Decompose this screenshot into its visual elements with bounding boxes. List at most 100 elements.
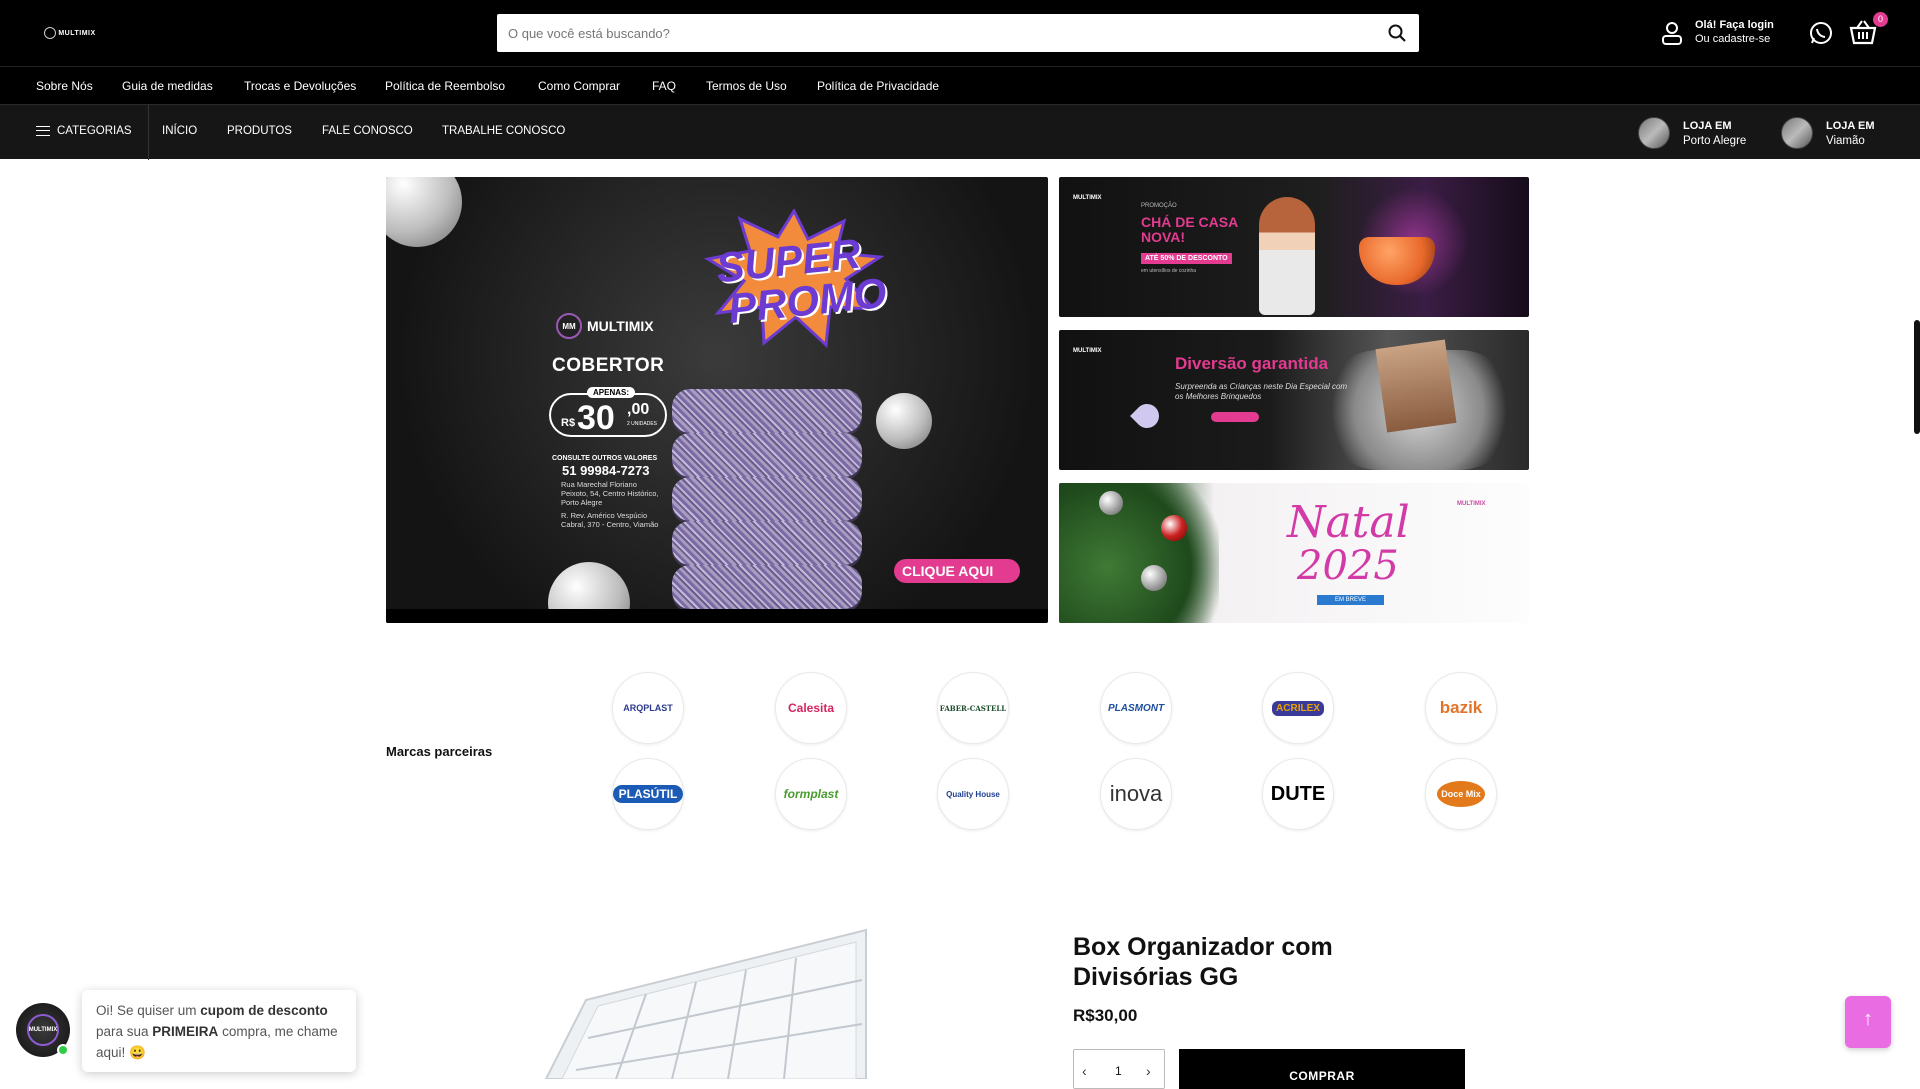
search-icon[interactable] [1387, 23, 1407, 43]
store-thumbnail [1781, 117, 1813, 149]
hero-address-2: R. Rev. Américo Vespúcio Cabral, 370 - C… [561, 511, 659, 529]
chat-logo: MULTIMIX [27, 1014, 59, 1046]
arrow-up-icon: ↑ [1863, 1008, 1873, 1030]
brand-name: inova [1109, 781, 1163, 806]
price-cents: ,00 [627, 401, 650, 418]
brand-logo-plasutil[interactable]: PLASÚTIL [612, 758, 684, 830]
banner3-title: Natal [1287, 497, 1410, 548]
info-link-reembolso[interactable]: Política de Reembolso [385, 79, 505, 93]
quantity-decrease-icon[interactable]: ‹ [1082, 1063, 1087, 1079]
decor-ball [386, 177, 462, 247]
store-city: Viamão [1826, 135, 1865, 147]
brand-name: Doce Mix [1437, 781, 1485, 807]
nav-link-fale-conosco[interactable]: FALE CONOSCO [322, 125, 413, 137]
banner1-note: em utensílios de cozinha [1141, 268, 1197, 274]
chat-text: Oi! Se quiser um [96, 1003, 201, 1018]
brand-name: ARQPLAST [623, 703, 673, 713]
product-image-organizer-box[interactable] [526, 920, 878, 1079]
info-link-faq[interactable]: FAQ [652, 79, 676, 93]
page-scrollbar[interactable] [1914, 320, 1920, 434]
brand-name: PLASÚTIL [613, 785, 683, 803]
info-link-guia[interactable]: Guia de medidas [122, 79, 213, 93]
banner-diversao-garantida[interactable]: MULTIMIX Diversão garantida Surpreenda a… [1059, 330, 1529, 470]
nav-link-produtos[interactable]: PRODUTOS [227, 125, 292, 137]
consult-label: CONSULTE OUTROS VALORES [552, 455, 658, 462]
banner1-discount: ATÉ 50% DE DESCONTO [1141, 253, 1232, 264]
price-integer: 30 [577, 399, 615, 437]
brand-name: Calesita [787, 701, 835, 715]
brand-logo-faber-castell[interactable]: FABER-CASTELL [937, 672, 1009, 744]
brand-logo-formplast[interactable]: formplast [775, 758, 847, 830]
online-status-dot [57, 1044, 69, 1056]
brand-mark-icon: MM [556, 313, 582, 339]
brand-logo-dute[interactable]: DUTE [1262, 758, 1334, 830]
chat-text: para sua [96, 1024, 153, 1039]
info-link-privacidade[interactable]: Política de Privacidade [817, 79, 939, 93]
info-link-como-comprar[interactable]: Como Comprar [538, 79, 620, 93]
banner1-label: PROMOÇÃO [1141, 203, 1177, 209]
chat-message-bubble[interactable]: Oi! Se quiser um cupom de desconto para … [82, 990, 356, 1072]
chat-avatar[interactable]: MULTIMIX [16, 1003, 70, 1057]
main-nav: CATEGORIAS INÍCIO PRODUTOS FALE CONOSCO … [0, 104, 1920, 160]
brand-name: ACRILEX [1272, 700, 1324, 716]
banner2-button[interactable] [1211, 412, 1259, 422]
logo-text: MULTIMIX [58, 29, 96, 37]
info-link-trocas[interactable]: Trocas e Devoluções [244, 79, 356, 93]
brand-name: FABER-CASTELL [939, 703, 1007, 713]
brand-name: formplast [783, 787, 839, 801]
whatsapp-icon[interactable] [1808, 20, 1834, 46]
nav-divider [148, 105, 149, 160]
hero-banner[interactable]: SUPER PROMO MM MULTIMIX COBERTOR APENAS: … [386, 177, 1048, 623]
banner2-title: Diversão garantida [1175, 354, 1329, 373]
brand-logo-calesita[interactable]: Calesita [775, 672, 847, 744]
hero-cta-button[interactable]: CLIQUE AQUI [894, 559, 1020, 583]
buy-button[interactable]: COMPRAR [1179, 1049, 1465, 1089]
info-link-sobre[interactable]: Sobre Nós [36, 79, 93, 93]
ornament-red [1161, 515, 1187, 541]
quantity-stepper: ‹ 1 › [1073, 1049, 1165, 1089]
rocket-icon [1130, 399, 1164, 433]
brands-heading: Marcas parceiras [386, 744, 493, 759]
quantity-increase-icon[interactable]: › [1146, 1063, 1151, 1079]
brand-logo-bazik[interactable]: bazik [1425, 672, 1497, 744]
brand-logo-doce-mix[interactable]: Doce Mix [1425, 758, 1497, 830]
menu-icon [36, 126, 50, 136]
brand-logo-acrilex[interactable]: ACRILEX [1262, 672, 1334, 744]
decor-ball [876, 393, 932, 449]
hero-price-box: APENAS: R$ 30 ,00 2 UNIDADES [549, 387, 667, 437]
brand-logo-quality-house[interactable]: Quality House [937, 758, 1009, 830]
price-units: 2 UNIDADES [627, 421, 658, 427]
blanket-stack-image [672, 389, 862, 619]
ornament-silver [1141, 565, 1167, 591]
logo-mark-icon [44, 27, 57, 39]
banner-natal-2025[interactable]: MULTIMIX Natal 2025 EM BREVE [1059, 483, 1529, 623]
nav-link-inicio[interactable]: INÍCIO [162, 125, 197, 137]
login-link[interactable]: Olá! Faça login Ou cadastre-se [1660, 17, 1790, 49]
back-to-top-button[interactable]: ↑ [1845, 996, 1891, 1048]
banner-logo: MULTIMIX [1457, 501, 1486, 507]
ornament-silver [1099, 491, 1123, 515]
user-icon [1662, 22, 1682, 45]
banner-cha-casa-nova[interactable]: MULTIMIX PROMOÇÃO CHÁ DE CASA NOVA! ATÉ … [1059, 177, 1529, 317]
site-logo[interactable]: MULTIMIX [44, 22, 96, 44]
brand-logo-inova[interactable]: inova [1100, 758, 1172, 830]
brand-name: Quality House [946, 789, 1000, 799]
quantity-value[interactable]: 1 [1115, 1064, 1122, 1078]
categories-label: CATEGORIAS [57, 125, 132, 137]
price-tag-label: APENAS: [587, 387, 636, 398]
cart-button[interactable]: 0 [1848, 12, 1888, 46]
chat-text-bold: PRIMEIRA [152, 1024, 219, 1039]
register-text: Ou cadastre-se [1695, 33, 1771, 45]
info-link-termos[interactable]: Termos de Uso [706, 79, 787, 93]
store-thumbnail [1638, 117, 1670, 149]
cart-count-badge: 0 [1873, 12, 1888, 27]
brand-logo-plasmont[interactable]: PLASMONT [1100, 672, 1172, 744]
brand-logo-arqplast[interactable]: ARQPLAST [612, 672, 684, 744]
search-input[interactable] [497, 14, 1357, 52]
categories-menu-button[interactable]: CATEGORIAS [36, 125, 132, 137]
banner3-year: 2025 [1297, 543, 1399, 589]
brand-name: PLASMONT [1107, 702, 1165, 714]
store-city: Porto Alegre [1683, 135, 1747, 147]
nav-link-trabalhe-conosco[interactable]: TRABALHE CONOSCO [442, 125, 565, 137]
banner3-tag: EM BREVE [1317, 595, 1385, 605]
